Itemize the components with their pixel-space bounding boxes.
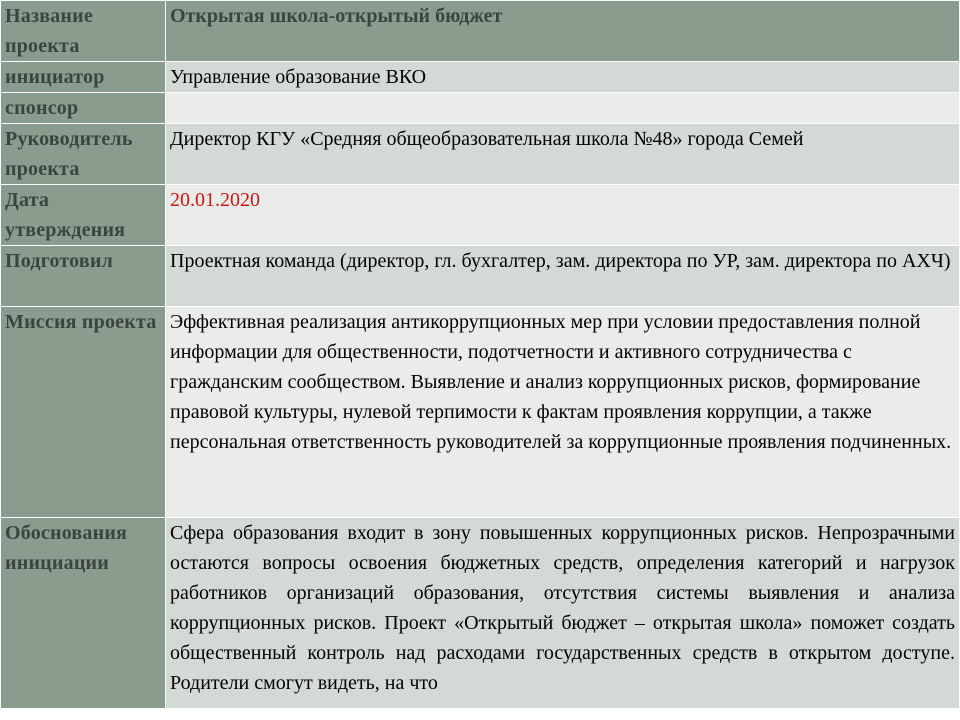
- table-row: Обоснования инициации Сфера образования …: [0, 517, 960, 709]
- table-row: Миссия проекта Эффективная реализация ан…: [0, 306, 960, 518]
- table-row: Руководитель проекта Директор КГУ «Средн…: [0, 123, 960, 185]
- table-row: Название проекта Открытая школа-открытый…: [0, 0, 960, 62]
- row-label-justification: Обоснования инициации: [0, 517, 166, 709]
- row-label-mission: Миссия проекта: [0, 306, 166, 518]
- approval-date-value: 20.01.2020: [165, 184, 960, 246]
- initiator-value: Управление образование ВКО: [165, 61, 960, 93]
- row-label-name: Название проекта: [0, 0, 166, 62]
- project-name-value: Открытая школа-открытый бюджет: [165, 0, 960, 62]
- mission-value: Эффективная реализация антикоррупционных…: [165, 306, 960, 518]
- table-row: инициатор Управление образование ВКО: [0, 61, 960, 93]
- project-card: Название проекта Открытая школа-открытый…: [0, 0, 960, 720]
- sponsor-value: [165, 92, 960, 124]
- table-row: спонсор: [0, 92, 960, 124]
- table-row: Подготовил Проектная команда (директор, …: [0, 245, 960, 307]
- row-label-approval-date: Дата утверждения: [0, 184, 166, 246]
- row-label-manager: Руководитель проекта: [0, 123, 166, 185]
- row-label-initiator: инициатор: [0, 61, 166, 93]
- prepared-by-value: Проектная команда (директор, гл. бухгалт…: [165, 245, 960, 307]
- row-label-prepared-by: Подготовил: [0, 245, 166, 307]
- row-label-sponsor: спонсор: [0, 92, 166, 124]
- project-table: Название проекта Открытая школа-открытый…: [0, 0, 960, 709]
- manager-value: Директор КГУ «Средняя общеобразовательна…: [165, 123, 960, 185]
- justification-value: Сфера образования входит в зону повышенн…: [165, 517, 960, 709]
- table-row: Дата утверждения 20.01.2020: [0, 184, 960, 246]
